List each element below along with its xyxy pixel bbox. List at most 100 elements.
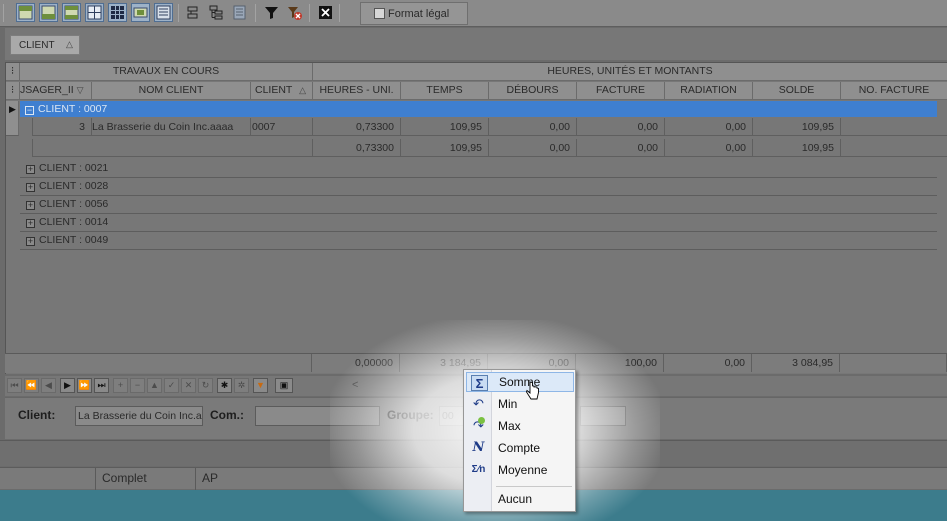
menu-item-aucun[interactable]: Aucun xyxy=(466,489,574,509)
group-by-panel xyxy=(5,28,947,60)
column-header-temps[interactable]: TEMPS xyxy=(401,82,489,100)
print-icon[interactable]: ▣ xyxy=(275,378,293,393)
cell-temps[interactable]: 109,95 xyxy=(401,118,489,136)
report-icon[interactable] xyxy=(230,3,249,22)
group-row-label: CLIENT : 0049 xyxy=(39,234,109,246)
filter-funnel-icon[interactable]: ▽ xyxy=(77,85,84,95)
column-header-nom-client[interactable]: NOM CLIENT xyxy=(92,82,251,100)
expand-icon[interactable]: + xyxy=(26,165,35,174)
menu-item-min[interactable]: ↶ Min xyxy=(466,394,574,414)
refresh-icon[interactable]: ↻ xyxy=(198,378,213,393)
group-total-heures: 0,73300 xyxy=(313,139,401,157)
group-total-temps: 109,95 xyxy=(401,139,489,157)
scroll-left-icon[interactable]: < xyxy=(352,379,358,391)
layout-both-icon[interactable] xyxy=(62,3,81,22)
group-row-label: CLIENT : 0007 xyxy=(38,103,108,115)
grid-icon[interactable] xyxy=(85,3,104,22)
cell-usager[interactable]: 3 xyxy=(33,118,92,136)
cell-heures[interactable]: 0,73300 xyxy=(313,118,401,136)
prev-page-icon[interactable]: ⏪ xyxy=(24,378,39,393)
cell-nom-client[interactable]: La Brasserie du Coin Inc.aaaa xyxy=(92,118,251,136)
tree-expand-icon[interactable] xyxy=(207,3,226,22)
column-header-facture[interactable]: FACTURE xyxy=(577,82,665,100)
client-field[interactable]: La Brasserie du Coin Inc.a xyxy=(75,406,203,426)
group-row[interactable]: + CLIENT : 0056 xyxy=(20,196,937,214)
group-row[interactable]: + CLIENT : 0021 xyxy=(20,160,937,178)
max-dot xyxy=(478,417,485,424)
com-field[interactable] xyxy=(255,406,380,426)
sum-icon: Σ xyxy=(471,375,488,391)
expand-icon[interactable]: + xyxy=(26,183,35,192)
toolbar-separator xyxy=(309,4,310,22)
mouse-cursor-icon xyxy=(526,381,539,400)
group-row[interactable]: + CLIENT : 0014 xyxy=(20,214,937,232)
layout-top-icon[interactable] xyxy=(16,3,35,22)
cell-radiation[interactable]: 0,00 xyxy=(665,118,753,136)
next-record-icon[interactable]: ▶ xyxy=(60,378,75,393)
expand-icon[interactable]: + xyxy=(26,219,35,228)
add-record-icon[interactable]: + xyxy=(113,378,128,393)
column-header-debours[interactable]: DÉBOURS xyxy=(489,82,577,100)
grid-dark-icon[interactable] xyxy=(108,3,127,22)
close-icon[interactable] xyxy=(316,3,335,22)
goto-bookmark-icon[interactable]: ✲ xyxy=(234,378,249,393)
column-chooser-icon[interactable]: ⁝ xyxy=(6,63,20,81)
group-row-label: CLIENT : 0056 xyxy=(39,198,109,210)
prev-record-icon[interactable]: ◀ xyxy=(41,378,56,393)
list-view-icon[interactable] xyxy=(154,3,173,22)
footer-total-solde[interactable]: 3 084,95 xyxy=(752,354,840,372)
groupe-description-field[interactable] xyxy=(580,406,626,426)
checkbox-box[interactable] xyxy=(374,8,385,19)
menu-item-label: Compte xyxy=(498,441,541,455)
group-total-solde: 109,95 xyxy=(753,139,841,157)
summary-context-menu: Σ Somme ↶ Min ↷ Max N Compte Σ⁄n Moyenne… xyxy=(463,369,576,512)
post-record-icon[interactable]: ✓ xyxy=(164,378,179,393)
footer-total-facture[interactable]: 100,00 xyxy=(576,354,664,372)
column-header-solde[interactable]: SOLDE xyxy=(753,82,841,100)
menu-item-compte[interactable]: N Compte xyxy=(466,438,574,458)
menu-item-moyenne[interactable]: Σ⁄n Moyenne xyxy=(466,460,574,480)
filter-clear-icon[interactable] xyxy=(285,3,304,22)
format-legal-checkbox[interactable]: Format légal xyxy=(360,2,468,25)
group-row-selected[interactable]: − CLIENT : 0007 xyxy=(20,101,937,117)
group-total-facture: 0,00 xyxy=(577,139,665,157)
group-row[interactable]: + CLIENT : 0049 xyxy=(20,232,937,250)
expand-icon[interactable]: + xyxy=(26,237,35,246)
column-header-no-facture[interactable]: NO. FACTURE xyxy=(841,82,947,100)
group-row[interactable]: + CLIENT : 0028 xyxy=(20,178,937,196)
menu-item-max[interactable]: ↷ Max xyxy=(466,416,574,436)
cell-solde[interactable]: 109,95 xyxy=(753,118,841,136)
group-by-chip-client[interactable]: CLIENT △ xyxy=(10,35,80,55)
column-header-client[interactable]: CLIENT △ xyxy=(251,82,313,100)
column-header-heures[interactable]: HEURES - UNI. xyxy=(313,82,401,100)
collapse-icon[interactable]: − xyxy=(25,106,34,115)
last-page-icon[interactable]: ⏭ xyxy=(94,378,109,393)
edit-record-icon[interactable]: ▲ xyxy=(147,378,162,393)
first-page-icon[interactable]: ⏮ xyxy=(7,378,22,393)
layout-bottom-icon[interactable] xyxy=(39,3,58,22)
cell-client[interactable]: 0007 xyxy=(251,118,313,136)
row-indicator xyxy=(6,118,19,136)
column-header-radiation[interactable]: RADIATION xyxy=(665,82,753,100)
tree-collapse-icon[interactable] xyxy=(184,3,203,22)
column-chooser-icon[interactable]: ⁝ xyxy=(6,82,20,100)
group-total-no-facture xyxy=(841,139,947,157)
footer-total-heures[interactable]: 0,00000 xyxy=(312,354,400,372)
filter-icon[interactable] xyxy=(262,3,281,22)
expand-icon[interactable]: + xyxy=(26,201,35,210)
cell-facture[interactable]: 0,00 xyxy=(577,118,665,136)
menu-item-label: Max xyxy=(498,419,521,433)
filter-icon[interactable]: ▼ xyxy=(253,378,268,393)
bookmark-icon[interactable]: ✱ xyxy=(217,378,232,393)
cell-no-facture[interactable] xyxy=(841,118,947,136)
menu-item-somme[interactable]: Σ Somme xyxy=(466,372,574,392)
band-header-heures: HEURES, UNITÉS ET MONTANTS xyxy=(313,63,947,81)
fit-width-icon[interactable] xyxy=(131,3,150,22)
footer-total-radiation[interactable]: 0,00 xyxy=(664,354,752,372)
next-page-icon[interactable]: ⏩ xyxy=(77,378,92,393)
column-header-usager[interactable]: JSAGER_II ▽ xyxy=(20,82,92,100)
cell-debours[interactable]: 0,00 xyxy=(489,118,577,136)
group-row-label: CLIENT : 0014 xyxy=(39,216,109,228)
cancel-record-icon[interactable]: ✕ xyxy=(181,378,196,393)
delete-record-icon[interactable]: − xyxy=(130,378,145,393)
